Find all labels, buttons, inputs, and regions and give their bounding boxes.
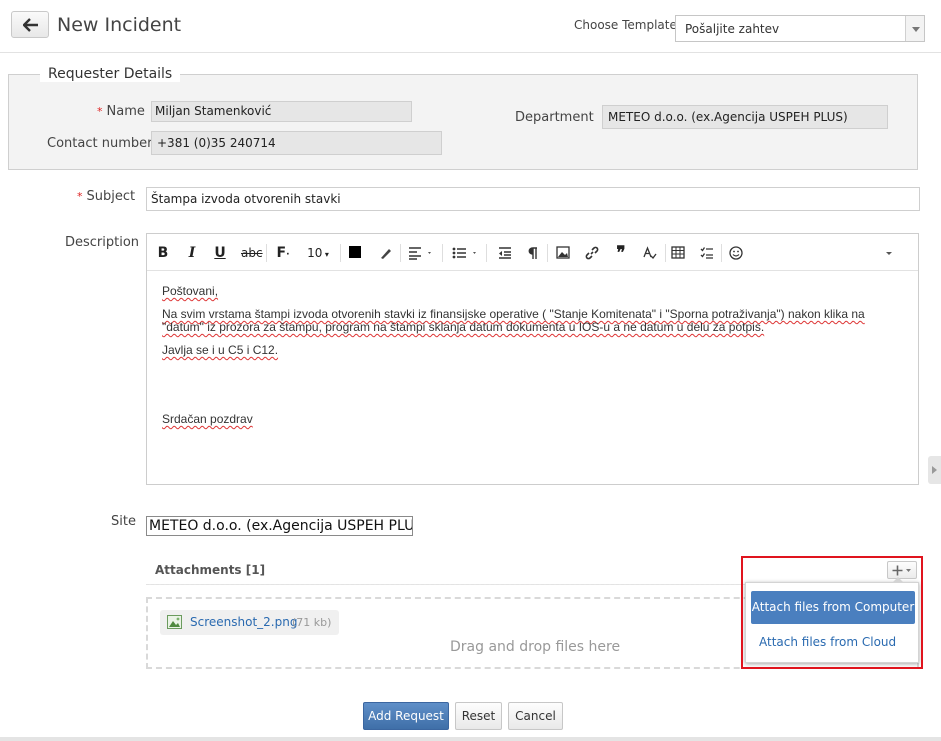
page-title: New Incident xyxy=(57,14,182,36)
toolbar-separator xyxy=(340,244,341,262)
list-dropdown-icon[interactable] xyxy=(452,243,480,263)
subject-input[interactable]: Štampa izvoda otvorenih stavki xyxy=(146,187,920,211)
description-text[interactable]: Poštovani, Na svim vrstama štampi izvoda… xyxy=(162,285,906,436)
align-dropdown-icon[interactable] xyxy=(408,243,434,263)
outdent-icon[interactable] xyxy=(498,243,512,263)
quote-icon[interactable]: ❞ xyxy=(613,243,629,263)
description-paragraph: Poštovani, xyxy=(162,284,219,298)
toolbar-separator xyxy=(486,244,487,262)
back-button[interactable] xyxy=(11,11,49,38)
underline-icon[interactable]: U xyxy=(212,243,228,263)
image-file-icon xyxy=(167,615,182,629)
attachments-heading: Attachments [1] xyxy=(155,563,266,577)
highlight-pen-icon[interactable] xyxy=(379,243,393,263)
arrow-left-icon xyxy=(23,18,38,32)
description-paragraph: Na svim vrstama štampi izvoda otvorenih … xyxy=(162,307,865,334)
table-icon[interactable] xyxy=(671,243,685,263)
department-field[interactable]: METEO d.o.o. (ex.Agencija USPEH PLUS) xyxy=(602,105,888,129)
toolbar-separator xyxy=(547,244,548,262)
paragraph-icon[interactable] xyxy=(527,243,541,263)
description-editor[interactable]: B I U abc F· 10 ▾ ❞ Poštovani, Na svim v… xyxy=(146,233,919,485)
requester-details-legend: Requester Details xyxy=(40,66,181,82)
required-marker: * xyxy=(77,190,83,203)
name-field[interactable]: Miljan Stamenković xyxy=(151,101,412,122)
clear-format-icon[interactable] xyxy=(643,243,659,263)
toolbar-separator xyxy=(400,244,401,262)
italic-icon[interactable]: I xyxy=(184,243,200,263)
toolbar-separator xyxy=(721,244,722,262)
description-paragraph: Javlja se i u C5 i C12. xyxy=(162,343,279,357)
contact-number-field[interactable]: +381 (0)35 240714 xyxy=(151,131,442,155)
editor-toolbar: B I U abc F· 10 ▾ ❞ xyxy=(147,234,918,271)
attachment-file[interactable]: Screenshot_2.png (71 kb) xyxy=(160,610,339,635)
footer-bar xyxy=(0,737,941,741)
site-input[interactable]: METEO d.o.o. (ex.Agencija USPEH PLUS xyxy=(146,516,413,536)
toolbar-separator xyxy=(665,244,666,262)
highlight-box xyxy=(741,556,923,669)
attachment-file-size: (71 kb) xyxy=(292,616,332,629)
template-label: Choose Template xyxy=(574,18,677,32)
bold-icon[interactable]: B xyxy=(155,243,171,263)
required-marker: * xyxy=(97,105,103,118)
header-divider xyxy=(0,52,941,53)
font-family-icon[interactable]: F· xyxy=(274,243,292,263)
reset-button[interactable]: Reset xyxy=(455,702,502,730)
description-label: Description xyxy=(65,235,140,250)
emoji-icon[interactable] xyxy=(729,243,744,263)
cancel-button[interactable]: Cancel xyxy=(508,702,563,730)
site-label: Site xyxy=(111,514,136,529)
name-label: * Name xyxy=(97,104,145,119)
image-icon[interactable] xyxy=(556,243,570,263)
font-size-dropdown[interactable]: 10 ▾ xyxy=(305,243,331,263)
link-icon[interactable] xyxy=(585,243,599,263)
attachment-file-name[interactable]: Screenshot_2.png xyxy=(190,615,297,629)
checklist-icon[interactable] xyxy=(700,243,714,263)
add-request-button[interactable]: Add Request xyxy=(363,702,449,730)
template-value: Pošaljite zahtev xyxy=(685,22,780,36)
template-select[interactable]: Pošaljite zahtev xyxy=(675,15,925,42)
drop-zone-text: Drag and drop files here xyxy=(450,639,621,655)
more-options-icon[interactable] xyxy=(884,243,898,263)
description-paragraph: Srdačan pozdrav xyxy=(162,412,253,426)
text-color-icon[interactable] xyxy=(349,243,363,263)
toolbar-separator xyxy=(442,244,443,262)
side-panel-toggle[interactable] xyxy=(928,456,941,484)
toolbar-separator xyxy=(266,244,267,262)
chevron-down-icon[interactable] xyxy=(905,16,924,41)
subject-label: * Subject xyxy=(77,189,136,204)
contact-number-label: Contact number xyxy=(47,136,153,151)
department-label: Department xyxy=(515,110,594,125)
strikethrough-icon[interactable]: abc xyxy=(241,243,263,263)
